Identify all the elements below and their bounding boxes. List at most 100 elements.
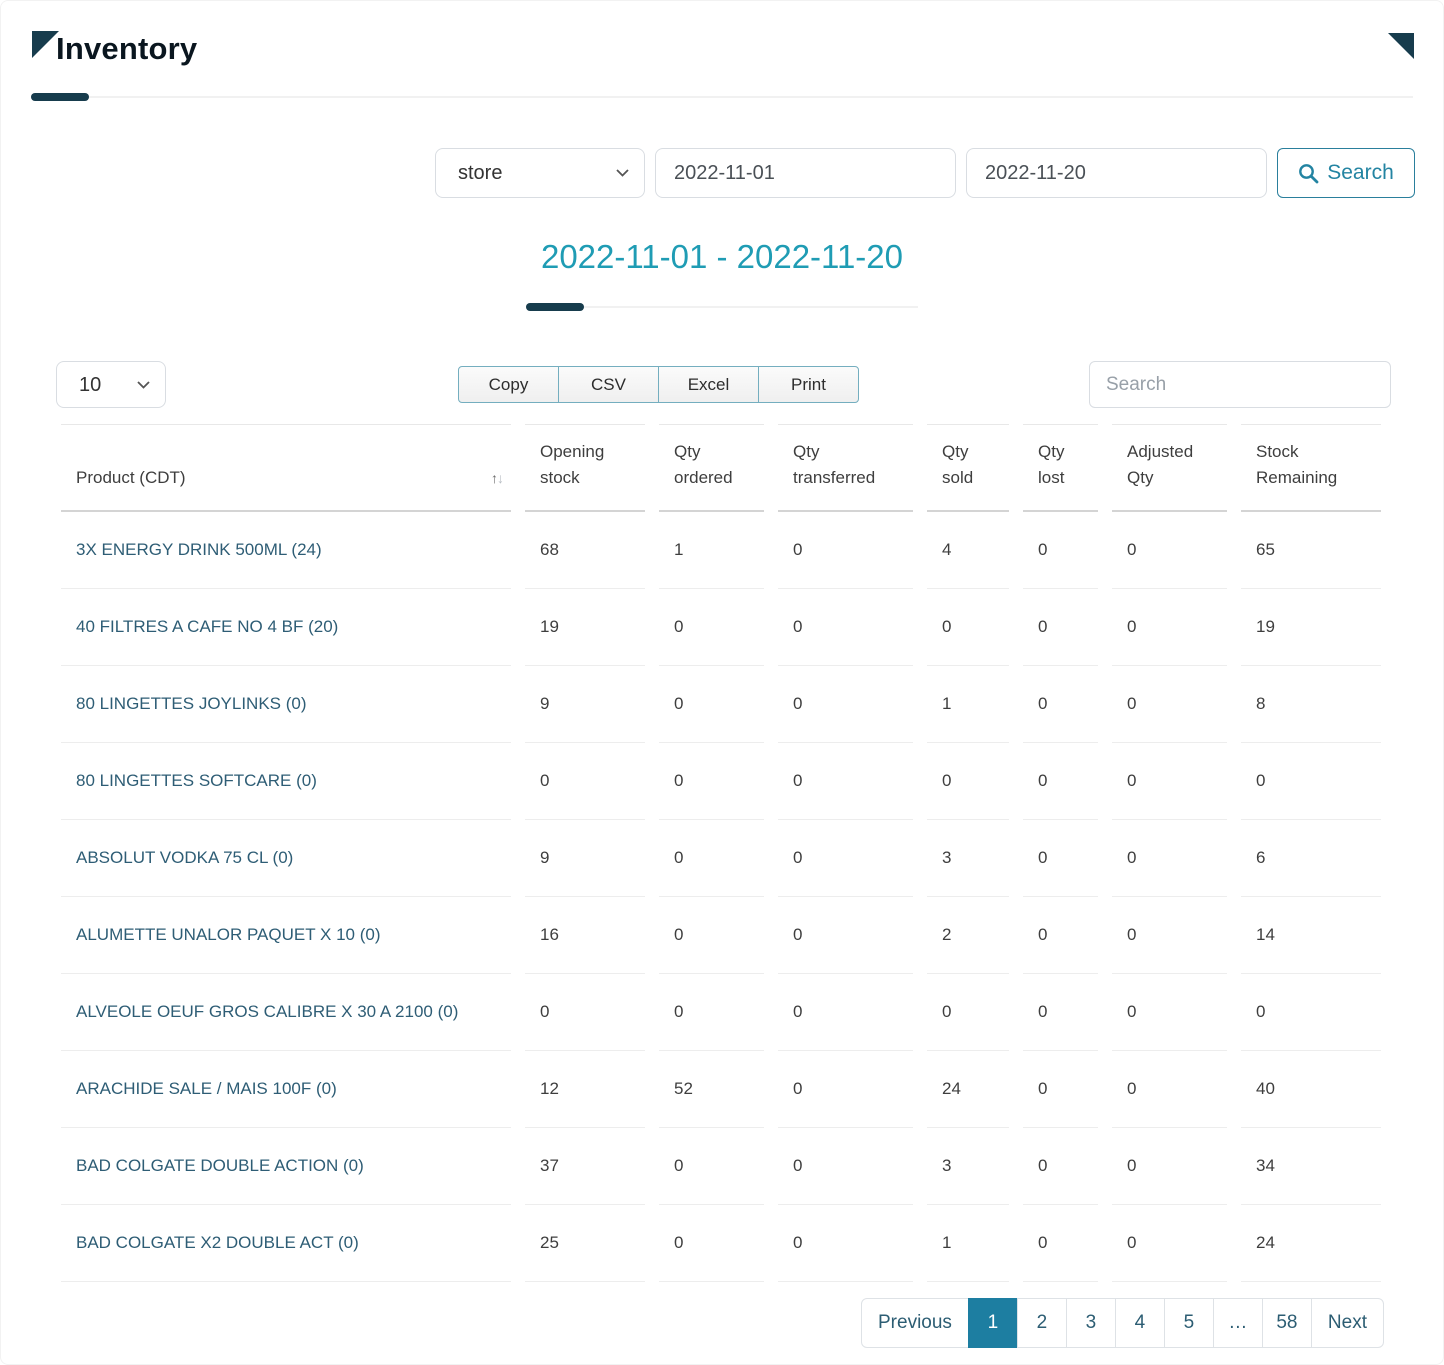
pagination-ellipsis[interactable]: … bbox=[1212, 1297, 1263, 1348]
export-csv-button[interactable]: CSV bbox=[558, 366, 659, 403]
store-select-control[interactable]: store bbox=[435, 148, 645, 198]
table-toolbar: 10 Copy CSV Excel Print bbox=[56, 361, 1391, 408]
product-name-cell[interactable]: 80 LINGETTES SOFTCARE (0) bbox=[61, 743, 511, 820]
column-header-4[interactable]: Qty sold bbox=[927, 424, 1009, 512]
value-cell: 0 bbox=[1112, 666, 1227, 743]
table-row: ABSOLUT VODKA 75 CL (0) 9 0 0 3 0 0 6 bbox=[61, 820, 1381, 897]
table-search-input[interactable] bbox=[1089, 361, 1391, 408]
date-to-input[interactable] bbox=[966, 148, 1267, 198]
sort-down-icon: ↓ bbox=[497, 470, 504, 486]
value-cell: 37 bbox=[525, 1128, 645, 1205]
pagination-next-button[interactable]: Next bbox=[1310, 1297, 1384, 1348]
value-cell: 0 bbox=[1112, 589, 1227, 666]
value-cell: 0 bbox=[1241, 743, 1381, 820]
search-button-label: Search bbox=[1327, 161, 1394, 184]
export-print-button[interactable]: Print bbox=[758, 366, 859, 403]
sort-icon[interactable]: ↑↓ bbox=[491, 468, 504, 490]
pagination-page-3-button[interactable]: 3 bbox=[1065, 1297, 1116, 1348]
value-cell: 0 bbox=[1023, 666, 1098, 743]
value-cell: 0 bbox=[1023, 820, 1098, 897]
value-cell: 68 bbox=[525, 512, 645, 589]
product-name-cell[interactable]: 40 FILTRES A CAFE NO 4 BF (20) bbox=[61, 589, 511, 666]
value-cell: 9 bbox=[525, 820, 645, 897]
export-button-group: Copy CSV Excel Print bbox=[458, 366, 859, 403]
value-cell: 0 bbox=[1112, 743, 1227, 820]
range-divider bbox=[526, 303, 918, 311]
product-name-cell[interactable]: 80 LINGETTES JOYLINKS (0) bbox=[61, 666, 511, 743]
page-size-select[interactable]: 10 bbox=[56, 361, 166, 408]
value-cell: 0 bbox=[1023, 897, 1098, 974]
column-header-1[interactable]: Opening stock bbox=[525, 424, 645, 512]
product-name-cell[interactable]: 3X ENERGY DRINK 500ML (24) bbox=[61, 512, 511, 589]
pagination-page-1-button[interactable]: 1 bbox=[967, 1297, 1018, 1348]
table-row: BAD COLGATE DOUBLE ACTION (0) 37 0 0 3 0 0 34 bbox=[61, 1128, 1381, 1205]
table-row: 80 LINGETTES JOYLINKS (0) 9 0 0 1 0 0 8 bbox=[61, 666, 1381, 743]
value-cell: 14 bbox=[1241, 897, 1381, 974]
export-excel-button[interactable]: Excel bbox=[658, 366, 759, 403]
column-header-6[interactable]: Adjusted Qty bbox=[1112, 424, 1227, 512]
value-cell: 40 bbox=[1241, 1051, 1381, 1128]
value-cell: 52 bbox=[659, 1051, 764, 1128]
inventory-table: Product (CDT) ↑↓ Opening stock Qty ordered Q… bbox=[47, 424, 1395, 1282]
value-cell: 0 bbox=[778, 897, 913, 974]
pagination-page-4-button[interactable]: 4 bbox=[1114, 1297, 1165, 1348]
table-row: ALUMETTE UNALOR PAQUET X 10 (0) 16 0 0 2 0 0 14 bbox=[61, 897, 1381, 974]
value-cell: 1 bbox=[659, 512, 764, 589]
product-name-cell[interactable]: ALVEOLE OEUF GROS CALIBRE X 30 A 2100 (0… bbox=[61, 974, 511, 1051]
search-button[interactable]: Search bbox=[1277, 148, 1415, 198]
value-cell: 34 bbox=[1241, 1128, 1381, 1205]
value-cell: 0 bbox=[1112, 820, 1227, 897]
product-name-cell[interactable]: BAD COLGATE DOUBLE ACTION (0) bbox=[61, 1128, 511, 1205]
pagination-page-2-button[interactable]: 2 bbox=[1016, 1297, 1067, 1348]
range-divider-accent bbox=[526, 303, 584, 311]
column-header-7[interactable]: Stock Remaining bbox=[1241, 424, 1381, 512]
value-cell: 6 bbox=[1241, 820, 1381, 897]
table-row: 3X ENERGY DRINK 500ML (24) 68 1 0 4 0 0 65 bbox=[61, 512, 1381, 589]
pagination: Previous 1 2 3 4 5… 58 Next bbox=[861, 1297, 1384, 1348]
table-row: ARACHIDE SALE / MAIS 100F (0) 12 52 0 24 0 0 40 bbox=[61, 1051, 1381, 1128]
product-name-cell[interactable]: ARACHIDE SALE / MAIS 100F (0) bbox=[61, 1051, 511, 1128]
value-cell: 0 bbox=[659, 1128, 764, 1205]
date-range-heading: 2022-11-01 - 2022-11-20 bbox=[540, 238, 904, 275]
value-cell: 0 bbox=[1023, 1205, 1098, 1282]
column-header-3[interactable]: Qty transferred bbox=[778, 424, 913, 512]
value-cell: 3 bbox=[927, 820, 1009, 897]
column-header-0[interactable]: Product (CDT) ↑↓ bbox=[61, 424, 511, 512]
value-cell: 0 bbox=[1112, 974, 1227, 1051]
value-cell: 0 bbox=[927, 974, 1009, 1051]
product-name-cell[interactable]: ALUMETTE UNALOR PAQUET X 10 (0) bbox=[61, 897, 511, 974]
column-header-label: Product (CDT) bbox=[76, 468, 186, 488]
filter-bar: store Search bbox=[1, 148, 1415, 198]
pagination-page-5-button[interactable]: 5 bbox=[1163, 1297, 1214, 1348]
title-divider bbox=[31, 93, 1413, 101]
pagination-previous-button[interactable]: Previous bbox=[861, 1297, 969, 1348]
value-cell: 0 bbox=[778, 589, 913, 666]
value-cell: 65 bbox=[1241, 512, 1381, 589]
value-cell: 0 bbox=[1112, 897, 1227, 974]
value-cell: 0 bbox=[778, 1128, 913, 1205]
store-select[interactable]: store bbox=[435, 148, 645, 198]
value-cell: 16 bbox=[525, 897, 645, 974]
value-cell: 0 bbox=[1023, 589, 1098, 666]
value-cell: 0 bbox=[778, 1051, 913, 1128]
column-header-5[interactable]: Qty lost bbox=[1023, 424, 1098, 512]
corner-triangle-top-left-icon bbox=[32, 31, 59, 58]
value-cell: 2 bbox=[927, 897, 1009, 974]
date-from-input[interactable] bbox=[655, 148, 956, 198]
export-copy-button[interactable]: Copy bbox=[458, 366, 559, 403]
value-cell: 0 bbox=[659, 897, 764, 974]
value-cell: 0 bbox=[1112, 1205, 1227, 1282]
value-cell: 0 bbox=[659, 743, 764, 820]
value-cell: 1 bbox=[927, 666, 1009, 743]
page-size-select-control[interactable]: 10 bbox=[56, 361, 166, 408]
product-name-cell[interactable]: ABSOLUT VODKA 75 CL (0) bbox=[61, 820, 511, 897]
value-cell: 24 bbox=[927, 1051, 1009, 1128]
pagination-page-58-button[interactable]: 58 bbox=[1261, 1297, 1312, 1348]
value-cell: 0 bbox=[659, 820, 764, 897]
value-cell: 0 bbox=[659, 1205, 764, 1282]
column-header-label: Qty transferred bbox=[793, 442, 876, 488]
product-name-cell[interactable]: BAD COLGATE X2 DOUBLE ACT (0) bbox=[61, 1205, 511, 1282]
value-cell: 12 bbox=[525, 1051, 645, 1128]
value-cell: 0 bbox=[1023, 1128, 1098, 1205]
column-header-2[interactable]: Qty ordered bbox=[659, 424, 764, 512]
